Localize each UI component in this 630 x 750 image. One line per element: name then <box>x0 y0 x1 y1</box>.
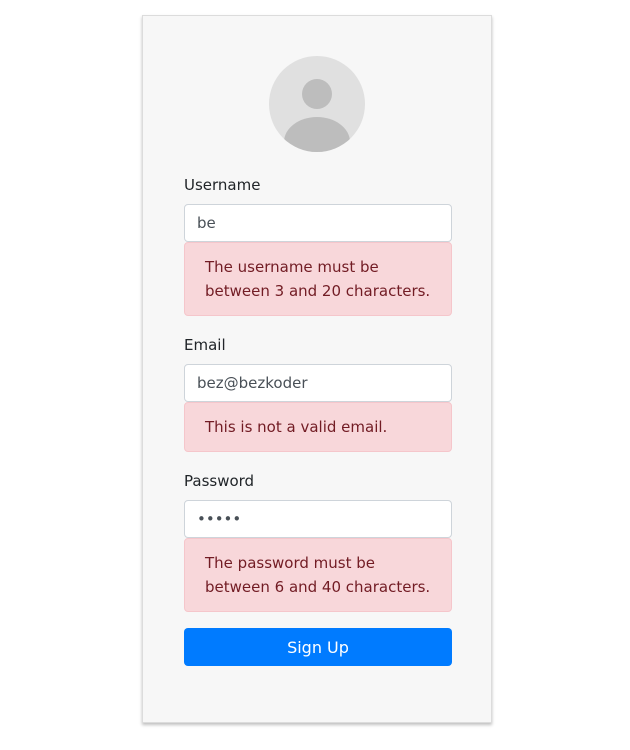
email-label: Email <box>184 336 226 354</box>
password-label: Password <box>184 472 255 490</box>
user-avatar-icon <box>269 56 365 152</box>
username-input[interactable] <box>184 204 452 242</box>
signup-card: Username The username must be between 3 … <box>142 15 492 723</box>
password-error-alert: The password must be between 6 and 40 ch… <box>184 538 452 612</box>
email-error-alert: This is not a valid email. <box>184 402 452 452</box>
username-error-alert: The username must be between 3 and 20 ch… <box>184 242 452 316</box>
username-label: Username <box>184 176 261 194</box>
email-input[interactable] <box>184 364 452 402</box>
sign-up-button[interactable]: Sign Up <box>184 628 452 666</box>
password-input[interactable] <box>184 500 452 538</box>
